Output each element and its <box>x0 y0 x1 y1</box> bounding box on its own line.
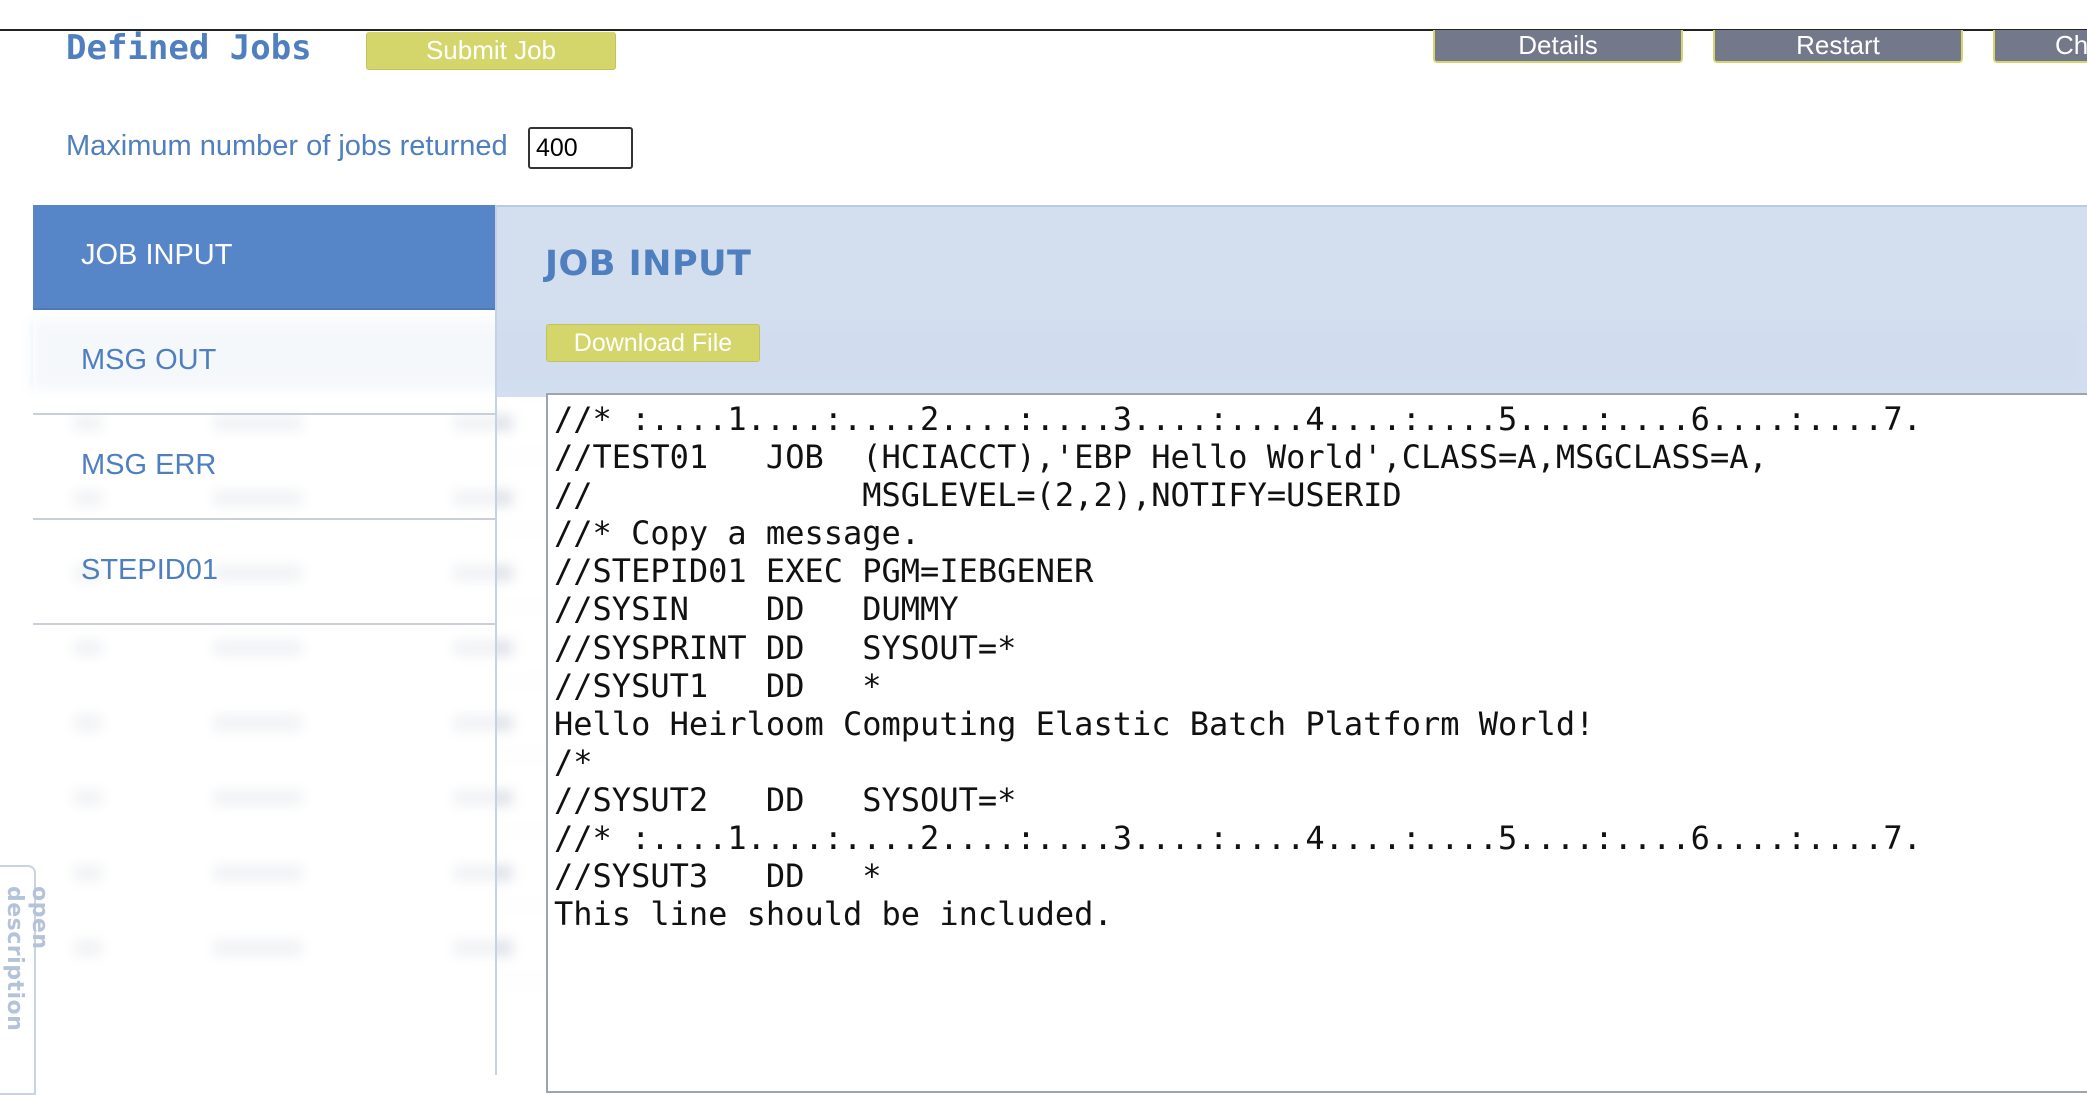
details-button[interactable]: Details <box>1433 30 1683 63</box>
code-line: //SYSPRINT DD SYSOUT=* <box>554 628 1017 667</box>
code-line: /* <box>554 742 593 781</box>
code-line: Hello Heirloom Computing Elastic Batch P… <box>554 704 1595 743</box>
code-line: //SYSUT3 DD * <box>554 857 882 896</box>
code-line: //* Copy a message. <box>554 514 921 553</box>
code-line: //STEPID01 EXEC PGM=IEBGENER <box>554 552 1094 591</box>
output-sidebar: JOB INPUT MSG OUT MSG ERR STEPID01 <box>33 205 497 1075</box>
job-input-text: //* :....1....:....2....:....3....:....4… <box>548 395 2087 938</box>
sidebar-item-job-input[interactable]: JOB INPUT <box>33 205 495 310</box>
code-line: //TEST01 JOB (HCIACCT),'EBP Hello World'… <box>554 438 1768 477</box>
code-line: //* :....1....:....2....:....3....:....4… <box>554 819 1922 858</box>
code-line: //* :....1....:....2....:....3....:....4… <box>554 400 1922 438</box>
sidebar-item-msg-out[interactable]: MSG OUT <box>33 310 495 415</box>
submit-job-button[interactable]: Submit Job <box>366 32 616 70</box>
job-input-viewer[interactable]: //* :....1....:....2....:....3....:....4… <box>546 393 2087 1093</box>
code-line: //SYSUT2 DD SYSOUT=* <box>554 780 1017 819</box>
code-line: //SYSUT1 DD * <box>554 666 882 705</box>
panel-header <box>497 205 2087 397</box>
sidebar-item-msg-err[interactable]: MSG ERR <box>33 415 495 520</box>
page-title: Defined Jobs <box>66 28 312 68</box>
restart-button[interactable]: Restart <box>1713 30 1963 63</box>
download-file-button[interactable]: Download File <box>546 324 760 362</box>
code-line: This line should be included. <box>554 895 1113 934</box>
open-description-label: open description <box>2 886 52 1032</box>
code-line: // MSGLEVEL=(2,2),NOTIFY=USERID <box>554 476 1402 515</box>
code-line: //SYSIN DD DUMMY <box>554 590 959 629</box>
max-jobs-input[interactable] <box>528 127 633 169</box>
sidebar-item-stepid01[interactable]: STEPID01 <box>33 520 495 625</box>
change-button[interactable]: Ch <box>1993 30 2087 63</box>
panel-title: JOB INPUT <box>545 244 752 284</box>
max-jobs-label: Maximum number of jobs returned <box>66 130 508 162</box>
